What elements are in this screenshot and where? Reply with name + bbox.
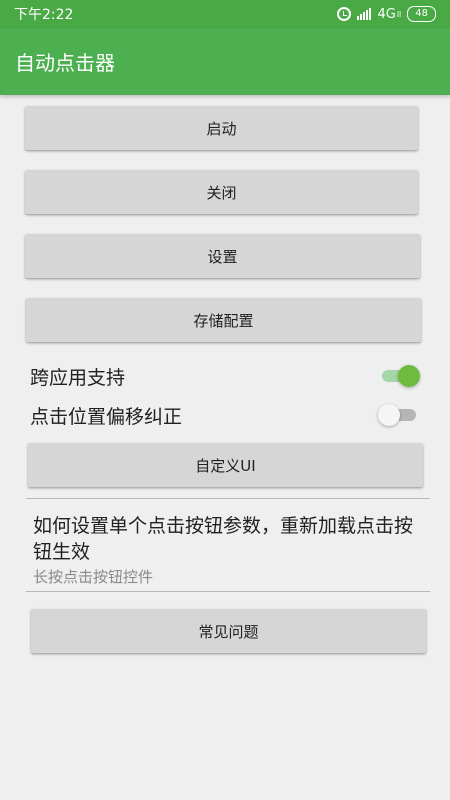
network-sub-label: ll <box>396 9 402 19</box>
alarm-icon <box>337 7 352 21</box>
faq-button[interactable]: 常见问题 <box>31 609 426 653</box>
custom-ui-button[interactable]: 自定义UI <box>28 443 423 487</box>
toggle-row-offset-correction: 点击位置偏移纠正 <box>30 398 420 432</box>
close-button[interactable]: 关闭 <box>25 170 418 214</box>
status-bar: 下午2:22 4G ll 48 <box>0 0 450 28</box>
status-time: 下午2:22 <box>14 7 74 23</box>
divider <box>26 498 430 499</box>
app-bar: 自动点击器 <box>0 28 450 95</box>
offset-correction-switch[interactable] <box>378 403 420 427</box>
toggle-label-offset-correction: 点击位置偏移纠正 <box>30 405 183 428</box>
status-icons: 4G ll 48 <box>337 6 436 22</box>
network-type: 4G <box>377 6 396 22</box>
cross-app-switch[interactable] <box>380 364 420 388</box>
save-config-button[interactable]: 存储配置 <box>26 298 421 342</box>
battery-icon: 48 <box>407 6 436 22</box>
signal-icon <box>357 8 372 20</box>
settings-button[interactable]: 设置 <box>25 234 420 278</box>
info-title[interactable]: 如何设置单个点击按钮参数，重新加载点击按钮生效 <box>33 513 428 565</box>
toggle-row-cross-app: 跨应用支持 <box>30 359 420 393</box>
toggle-label-cross-app: 跨应用支持 <box>30 366 126 389</box>
battery-level: 48 <box>415 8 428 19</box>
start-button[interactable]: 启动 <box>25 106 418 150</box>
switch-thumb <box>398 365 420 387</box>
divider <box>26 591 430 592</box>
switch-thumb <box>378 404 400 426</box>
app-title: 自动点击器 <box>15 51 115 75</box>
info-subtitle: 长按点击按钮控件 <box>33 568 154 586</box>
